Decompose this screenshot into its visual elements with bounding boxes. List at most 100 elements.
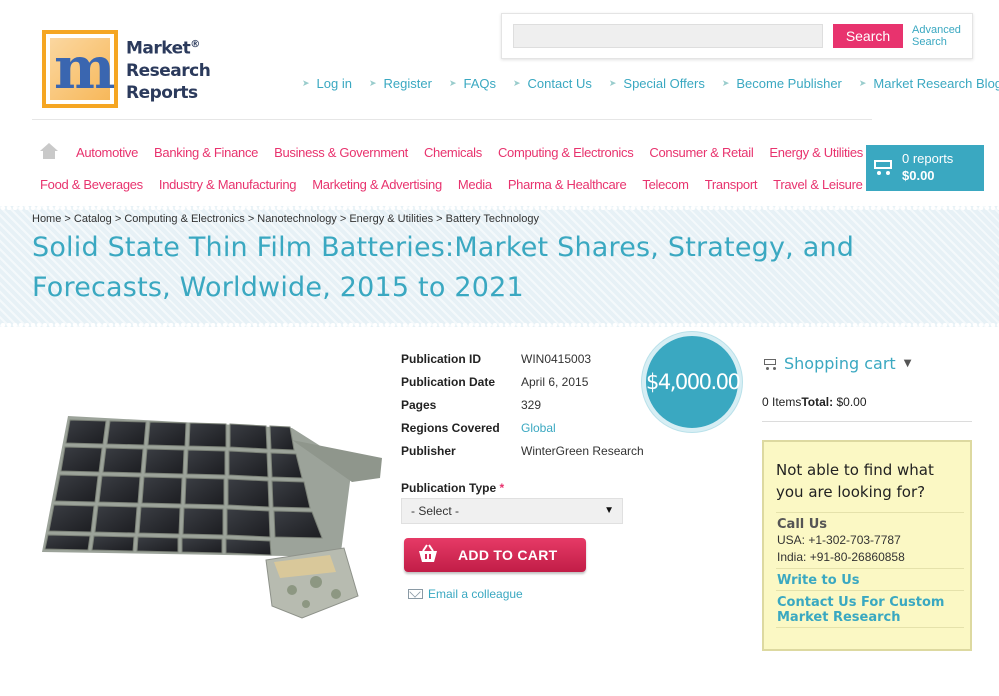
write-to-us-link[interactable]: Write to Us	[777, 573, 964, 588]
top-link-label: Special Offers	[623, 76, 705, 91]
advanced-search-link[interactable]: Advanced Search	[912, 24, 961, 48]
advanced-search-line-2: Search	[912, 36, 947, 48]
home-icon[interactable]	[40, 143, 58, 159]
publication-type-text: Publication Type	[401, 481, 497, 495]
cart-icon	[872, 157, 894, 177]
basket-icon	[419, 544, 437, 562]
top-link-blog[interactable]: ➤ Market Research Blog	[859, 76, 999, 91]
arrow-icon: ➤	[368, 78, 377, 88]
required-marker: *	[499, 481, 505, 495]
site-logo[interactable]: m Market® Research Reports	[42, 30, 222, 110]
top-link-register[interactable]: ➤ Register	[369, 76, 432, 91]
category-computing-electronics[interactable]: Computing & Electronics	[498, 145, 634, 160]
price-badge: $4,000.00	[642, 332, 742, 432]
category-nav-row-2: Food & Beverages Industry & Manufacturin…	[40, 177, 879, 192]
detail-key: Publisher	[401, 444, 456, 458]
category-energy-utilities[interactable]: Energy & Utilities	[769, 145, 863, 160]
search-input[interactable]	[513, 24, 823, 48]
top-link-login[interactable]: ➤ Log in	[302, 76, 352, 91]
logo-text: Market® Research Reports	[126, 34, 211, 104]
contact-custom-research-link[interactable]: Contact Us For Custom Market Research	[777, 595, 964, 625]
arrow-icon: ➤	[513, 78, 521, 88]
category-media[interactable]: Media	[458, 177, 492, 192]
category-automotive[interactable]: Automotive	[76, 145, 138, 160]
top-link-label: Market Research Blog	[873, 76, 999, 91]
top-link-offers[interactable]: ➤ Special Offers	[609, 76, 705, 91]
cart-report-count: 0 reports	[902, 151, 954, 166]
category-chemicals[interactable]: Chemicals	[424, 145, 482, 160]
add-to-cart-label: ADD TO CART	[458, 547, 558, 563]
call-us-heading: Call Us	[777, 517, 828, 532]
top-link-become-publisher[interactable]: ➤ Become Publisher	[722, 76, 842, 91]
publication-type-select[interactable]: - Select - ▼	[401, 498, 623, 524]
regions-link[interactable]: Global	[521, 421, 556, 435]
arrow-icon: ➤	[858, 78, 867, 88]
breadcrumb[interactable]: Home > Catalog > Computing & Electronics…	[32, 213, 539, 225]
detail-value: 329	[521, 398, 542, 412]
shopping-cart-label: Shopping cart	[784, 354, 896, 373]
page-title: Solid State Thin Film Batteries:Market S…	[32, 232, 855, 303]
cart-items-summary: 0 ItemsTotal: $0.00	[762, 395, 867, 409]
total-label: Total:	[801, 395, 834, 409]
category-industry-manufacturing[interactable]: Industry & Manufacturing	[159, 177, 297, 192]
detail-value: April 6, 2015	[521, 375, 589, 389]
top-link-label: Contact Us	[527, 76, 592, 91]
category-food-beverages[interactable]: Food & Beverages	[40, 177, 143, 192]
category-telecom[interactable]: Telecom	[642, 177, 689, 192]
header-divider	[32, 119, 872, 120]
logo-mark-letter: m	[54, 34, 115, 102]
header-cart[interactable]: 0 reports $0.00	[866, 145, 984, 191]
detail-key: Publication ID	[401, 352, 482, 366]
top-link-faqs[interactable]: ➤ FAQs	[449, 76, 496, 91]
category-banking-finance[interactable]: Banking & Finance	[154, 145, 258, 160]
arrow-icon: ➤	[302, 78, 310, 88]
total-value: $0.00	[836, 395, 867, 409]
shopping-cart-toggle[interactable]: Shopping cart ▼	[762, 354, 911, 373]
logo-line-2: Research	[126, 60, 211, 81]
phone-usa: USA: +1-302-703-7787	[777, 533, 901, 547]
write-section: Write to Us	[776, 568, 964, 590]
top-link-contact[interactable]: ➤ Contact Us	[513, 76, 592, 91]
category-marketing-advertising[interactable]: Marketing & Advertising	[312, 177, 442, 192]
search-button[interactable]: Search	[833, 24, 903, 48]
arrow-icon: ➤	[721, 78, 730, 88]
top-links: ➤ Log in ➤ Register ➤ FAQs ➤ Contact Us ➤ Spe…	[302, 76, 999, 91]
custom-research-section: Contact Us For Custom Market Research	[776, 590, 964, 628]
detail-key: Pages	[401, 398, 437, 412]
category-transport[interactable]: Transport	[705, 177, 758, 192]
top-link-label: Log in	[316, 76, 352, 91]
selected-option: - Select -	[411, 504, 460, 518]
category-business-government[interactable]: Business & Government	[274, 145, 408, 160]
product-image	[42, 416, 382, 619]
cart-icon	[762, 357, 778, 371]
top-link-label: Become Publisher	[736, 76, 842, 91]
logo-line-1: Market	[126, 38, 191, 59]
add-to-cart-button[interactable]: ADD TO CART	[404, 538, 586, 572]
logo-mark: m	[42, 30, 118, 108]
top-link-label: Register	[383, 76, 432, 91]
cart-total: $0.00	[902, 168, 935, 183]
search-panel: Search Advanced Search	[501, 13, 973, 59]
help-title: Not able to find what you are looking fo…	[776, 461, 934, 501]
envelope-icon	[408, 589, 423, 599]
detail-key: Publication Date	[401, 375, 496, 389]
email-colleague-label: Email a colleague	[428, 587, 523, 601]
phone-india: India: +91-80-26860858	[777, 550, 905, 564]
detail-value: WinterGreen Research	[521, 444, 644, 458]
registered-mark: ®	[190, 39, 200, 50]
arrow-icon: ➤	[608, 78, 617, 88]
detail-value: WIN0415003	[521, 352, 592, 366]
category-travel-leisure[interactable]: Travel & Leisure	[773, 177, 863, 192]
email-colleague-link[interactable]: Email a colleague	[408, 587, 523, 601]
logo-line-3: Reports	[126, 82, 198, 103]
help-box: Not able to find what you are looking fo…	[762, 440, 972, 651]
chevron-down-icon: ▼	[903, 358, 912, 369]
arrow-icon: ➤	[448, 78, 457, 88]
category-nav-row-1: Automotive Banking & Finance Business & …	[76, 145, 879, 160]
advanced-search-line-1: Advanced	[912, 24, 961, 36]
caret-down-icon: ▼	[604, 505, 614, 516]
category-pharma-healthcare[interactable]: Pharma & Healthcare	[508, 177, 627, 192]
detail-key: Regions Covered	[401, 421, 500, 435]
call-us-section: Call Us USA: +1-302-703-7787 India: +91-…	[776, 512, 964, 568]
category-consumer-retail[interactable]: Consumer & Retail	[649, 145, 753, 160]
